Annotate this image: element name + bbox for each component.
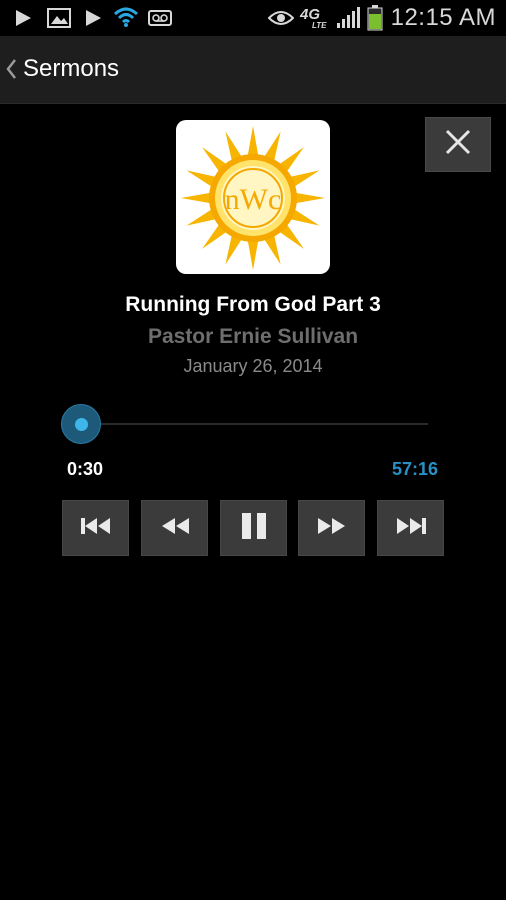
elapsed-time: 0:30 [67, 459, 104, 479]
sun-logo-icon: nWc [181, 126, 325, 270]
seek-bar-thumb[interactable] [61, 404, 102, 444]
sermon-artwork: nWc [176, 120, 330, 274]
seek-bar-track[interactable] [78, 423, 428, 425]
sermon-title: Running From God Part 3 [125, 293, 381, 316]
eye-icon [267, 10, 295, 31]
sun-ray [247, 126, 259, 157]
pause-button[interactable] [220, 500, 287, 556]
sermon-speaker: Pastor Ernie Sullivan [147, 325, 359, 348]
playback-controls [0, 500, 506, 557]
action-bar-title[interactable]: Sermons [23, 55, 119, 83]
rewind-button[interactable] [141, 500, 208, 556]
pause-icon [240, 512, 268, 544]
skip-next-button[interactable] [377, 500, 444, 556]
fast-forward-button[interactable] [298, 500, 365, 556]
signal-icon [336, 7, 360, 34]
fast-forward-icon [316, 516, 348, 541]
close-button[interactable] [425, 117, 491, 172]
wifi-icon [113, 6, 139, 33]
battery-icon [367, 5, 383, 36]
status-clock: 12:15 AM [390, 4, 496, 31]
play-icon [14, 9, 32, 32]
network-4g-lte-icon: 4G LTE [300, 4, 330, 32]
voicemail-icon [148, 10, 172, 31]
skip-previous-button[interactable] [62, 500, 129, 556]
sun-ray [181, 192, 212, 204]
action-bar: Sermons [0, 36, 506, 104]
sermon-date: January 26, 2014 [183, 356, 323, 376]
chevron-left-icon[interactable] [5, 58, 17, 85]
seek-thumb-dot [74, 417, 88, 431]
sun-ray [247, 239, 259, 270]
gallery-icon [47, 8, 71, 33]
skip-next-icon [394, 516, 428, 541]
close-icon [445, 129, 471, 160]
sun-ray [294, 192, 325, 204]
network-sub-label: LTE [312, 21, 327, 30]
play-store-icon [84, 9, 102, 32]
total-time: 57:16 [391, 459, 438, 479]
skip-previous-icon [79, 516, 113, 541]
rewind-icon [159, 516, 191, 541]
artwork-text: nWc [225, 183, 282, 216]
status-bar: 4G LTE 12:15 AM [0, 0, 506, 36]
